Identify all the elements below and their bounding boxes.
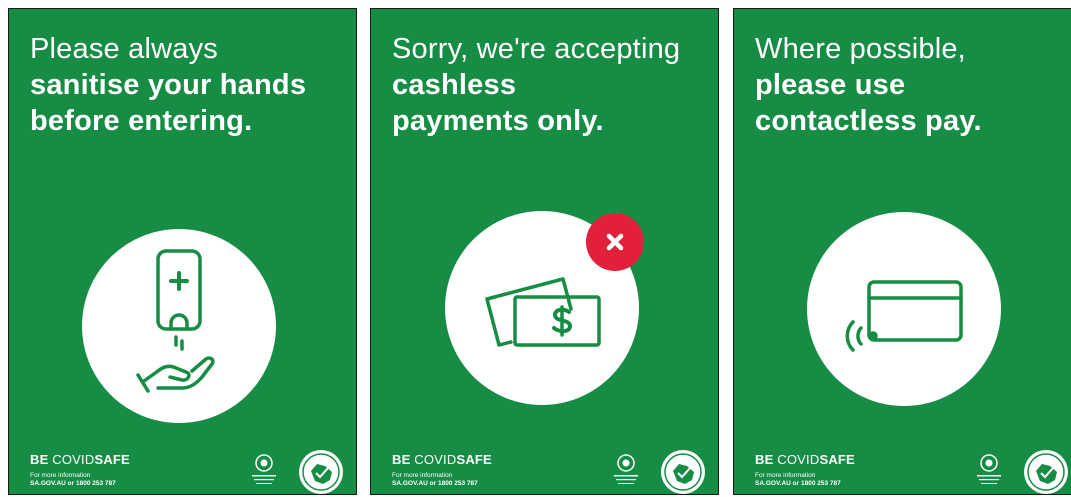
be-covidsafe-title: BE COVIDSAFE: [392, 452, 492, 467]
headline-bold-line-1: please use: [755, 69, 906, 101]
hand-sanitiser-icon: [136, 249, 215, 393]
government-crest-icon: [974, 453, 1004, 487]
close-icon: [606, 233, 624, 251]
headline-bold-line-2: before entering.: [30, 105, 253, 137]
government-crest-icon: [611, 453, 641, 487]
headline-light: Please always: [30, 33, 218, 65]
info-line: For more information: [30, 472, 91, 479]
poster-cashless-payments: Sorry, we're accepting cashless payments…: [370, 8, 719, 495]
footer-info: For more information SA.GOV.AU or 1800 2…: [30, 472, 116, 488]
poster-sanitise-hands: Please always sanitise your hands before…: [8, 8, 357, 495]
contact-line: SA.GOV.AU or 1800 253 787: [755, 480, 841, 487]
poster-headline: Sorry, we're accepting cashless payments…: [392, 31, 708, 139]
covidsafe-seal-icon: [298, 449, 344, 494]
government-crest-icon: [249, 453, 279, 487]
poster-headline: Where possible, please use contactless p…: [755, 31, 1071, 139]
headline-bold-line-1: sanitise your hands: [30, 69, 307, 101]
headline-light: Sorry, we're accepting: [392, 33, 681, 65]
be-covidsafe-title: BE COVIDSAFE: [30, 452, 130, 467]
footer-info: For more information SA.GOV.AU or 1800 2…: [755, 472, 841, 488]
contactless-card-icon: [845, 280, 963, 352]
contact-line: SA.GOV.AU or 1800 253 787: [30, 480, 116, 487]
covidsafe-seal-icon: [1023, 449, 1069, 494]
not-accepted-badge: [586, 213, 644, 271]
covidsafe-seal-icon: [660, 449, 706, 494]
headline-bold-line-2: contactless pay.: [755, 105, 982, 137]
be-covidsafe-title: BE COVIDSAFE: [755, 452, 855, 467]
info-line: For more information: [755, 472, 816, 479]
icon-circle: [82, 229, 276, 423]
poster-headline: Please always sanitise your hands before…: [30, 31, 346, 139]
icon-circle: [807, 212, 1001, 406]
footer-info: For more information SA.GOV.AU or 1800 2…: [392, 472, 478, 488]
poster-contactless-pay: Where possible, please use contactless p…: [733, 8, 1071, 495]
headline-bold-line-1: cashless: [392, 69, 517, 101]
headline-bold-line-2: payments only.: [392, 105, 604, 137]
contact-line: SA.GOV.AU or 1800 253 787: [392, 480, 478, 487]
headline-light: Where possible,: [755, 33, 966, 65]
info-line: For more information: [392, 472, 453, 479]
